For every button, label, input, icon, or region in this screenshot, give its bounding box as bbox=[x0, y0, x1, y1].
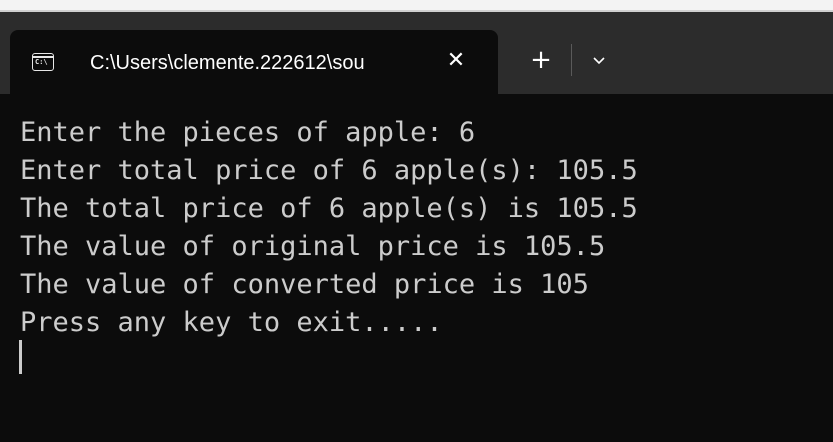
terminal-window: C:\ C:\Users\clemente.222612\sou ✕ + Ent… bbox=[0, 0, 833, 442]
terminal-icon: C:\ bbox=[32, 53, 54, 71]
tab-separator bbox=[571, 44, 572, 76]
tab-title: C:\Users\clemente.222612\sou bbox=[90, 52, 365, 74]
close-icon[interactable]: ✕ bbox=[440, 45, 472, 77]
output-line: Press any key to exit..... bbox=[20, 307, 443, 338]
title-bar: C:\ C:\Users\clemente.222612\sou ✕ + bbox=[0, 0, 833, 94]
new-tab-button[interactable]: + bbox=[522, 43, 560, 77]
chevron-down-icon bbox=[593, 57, 605, 65]
tab-terminal[interactable]: C:\ C:\Users\clemente.222612\sou ✕ bbox=[10, 30, 498, 94]
window-top-edge bbox=[0, 0, 833, 10]
output-line: Enter total price of 6 apple(s): 105.5 bbox=[20, 155, 638, 186]
output-line: The total price of 6 apple(s) is 105.5 bbox=[20, 193, 638, 224]
terminal-output[interactable]: Enter the pieces of apple: 6 Enter total… bbox=[0, 94, 833, 442]
output-line: The value of original price is 105.5 bbox=[20, 231, 606, 262]
text-cursor bbox=[19, 340, 22, 374]
window-top-border bbox=[0, 10, 833, 12]
output-line: Enter the pieces of apple: 6 bbox=[20, 117, 476, 148]
tab-dropdown-button[interactable] bbox=[581, 45, 617, 77]
output-line: The value of converted price is 105 bbox=[20, 269, 589, 300]
